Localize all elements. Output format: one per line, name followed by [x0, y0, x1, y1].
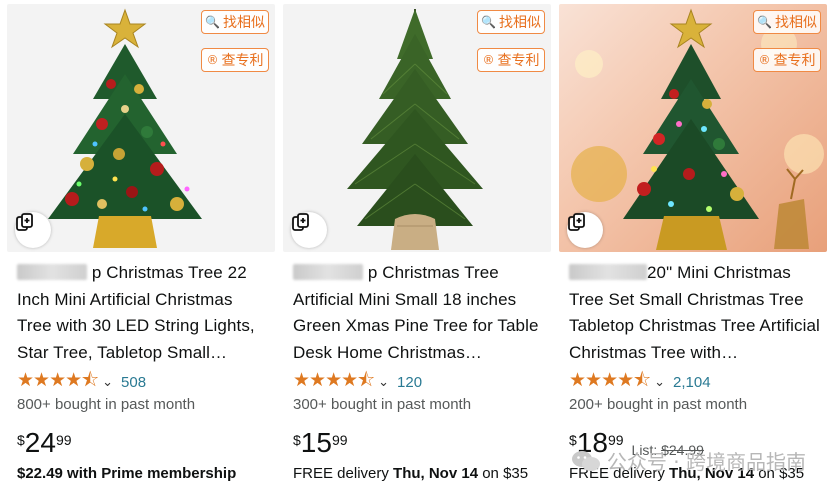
rating-count-link[interactable]: 120 [397, 374, 422, 391]
chevron-down-icon[interactable]: ⌄ [378, 374, 389, 390]
product-title[interactable]: 20" Mini Christmas Tree Set Small Christ… [569, 260, 821, 366]
rating-row[interactable]: ★★★★⯪ ⌄ 2,104 [569, 370, 711, 392]
find-similar-button[interactable]: 🔍 找相似 [477, 10, 545, 34]
rating-row[interactable]: ★★★★⯪ ⌄ 120 [293, 370, 422, 392]
patent-icon: ® [482, 53, 495, 67]
patent-icon: ® [758, 53, 771, 67]
delivery-info: FREE delivery Thu, Nov 14 on $35 [293, 465, 529, 482]
patent-icon: ® [206, 53, 219, 67]
search-icon: 🔍 [757, 15, 772, 29]
star-rating-icon: ★★★★⯪ [293, 370, 375, 391]
rating-count-link[interactable]: 508 [121, 374, 146, 391]
prime-price: $22.49 with Prime membership [17, 465, 237, 482]
star-rating-icon: ★★★★⯪ [17, 370, 99, 391]
product-image[interactable]: 🔍 找相似 ® 查专利 [559, 4, 827, 252]
rating-row[interactable]: ★★★★⯪ ⌄ 508 [17, 370, 146, 392]
compare-icon [16, 213, 33, 231]
compare-button[interactable] [567, 212, 603, 248]
wechat-icon [571, 450, 600, 471]
compare-icon [568, 213, 585, 231]
star-rating-icon: ★★★★⯪ [569, 370, 651, 391]
compare-icon [292, 213, 309, 231]
compare-button[interactable] [291, 212, 327, 248]
check-patent-button[interactable]: ® 查专利 [201, 48, 269, 72]
compare-button[interactable] [15, 212, 51, 248]
product-card[interactable]: 🔍 找相似 ® 查专利 p Christmas Tree Artificial Mi… [283, 0, 551, 492]
rating-count-link[interactable]: 2,104 [673, 374, 711, 391]
product-image[interactable]: 🔍 找相似 ® 查专利 [283, 4, 551, 252]
find-similar-button[interactable]: 🔍 找相似 [201, 10, 269, 34]
search-icon: 🔍 [205, 15, 220, 29]
product-card[interactable]: 🔍 找相似 ® 查专利 p Christmas Tree 22 Inch Mini … [7, 0, 275, 492]
product-title[interactable]: p Christmas Tree Artificial Mini Small 1… [293, 260, 545, 366]
bought-count: 800+ bought in past month [17, 396, 196, 413]
product-title[interactable]: p Christmas Tree 22 Inch Mini Artificial… [17, 260, 269, 366]
product-card[interactable]: 🔍 找相似 ® 查专利 20" Mini Christmas Tree Set Sm… [559, 0, 827, 492]
blurred-brand [293, 264, 363, 280]
check-patent-button[interactable]: ® 查专利 [753, 48, 821, 72]
chevron-down-icon[interactable]: ⌄ [102, 374, 113, 390]
product-image[interactable]: 🔍 找相似 ® 查专利 [7, 4, 275, 252]
price: $ 24 99 [17, 427, 72, 458]
chevron-down-icon[interactable]: ⌄ [654, 374, 665, 390]
blurred-brand [17, 264, 87, 280]
blurred-brand [569, 264, 647, 280]
bought-count: 300+ bought in past month [293, 396, 472, 413]
bought-count: 200+ bought in past month [569, 396, 748, 413]
price: $ 15 99 [293, 427, 348, 458]
find-similar-button[interactable]: 🔍 找相似 [753, 10, 821, 34]
search-icon: 🔍 [481, 15, 496, 29]
check-patent-button[interactable]: ® 查专利 [477, 48, 545, 72]
watermark: 公众号 · 跨境商品指南 [571, 446, 806, 475]
